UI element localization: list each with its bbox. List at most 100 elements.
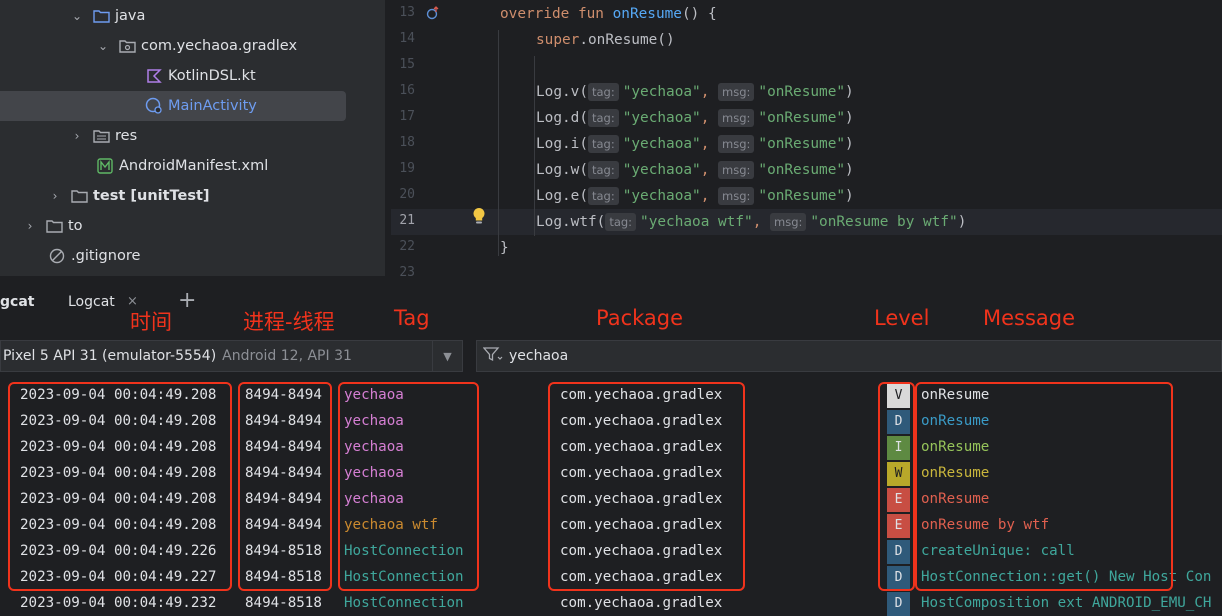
line-number: 17	[399, 109, 415, 124]
code-keyword: override fun	[500, 6, 613, 22]
code-string: "onResume"	[758, 110, 846, 126]
code-line-log-i: Log.i(tag: "yechaoa", msg: "onResume")	[536, 131, 854, 157]
code-line-log-wtf: Log.wtf(tag: "yechaoa wtf", msg: "onResume…	[536, 209, 966, 235]
code-line-log-d: Log.d(tag: "yechaoa", msg: "onResume")	[536, 105, 854, 131]
tree-item-label: to	[68, 218, 83, 234]
param-hint-tag: tag:	[587, 83, 619, 101]
annotation-process-thread: 进程-线程	[243, 310, 335, 334]
code-line: }	[500, 235, 509, 261]
line-number: 14	[399, 31, 415, 46]
annotation-package: Package	[596, 306, 684, 330]
code-text: )	[845, 84, 854, 100]
filter-text: yechaoa	[509, 348, 569, 364]
annotation-box-package	[548, 382, 745, 591]
tree-item-mainactivity[interactable]: MainActivity	[0, 91, 346, 121]
param-hint-tag: tag:	[587, 135, 619, 153]
code-comma: ,	[700, 162, 719, 178]
tree-item-label: res	[115, 128, 138, 144]
code-text: () {	[681, 6, 717, 22]
code-string: "onResume"	[758, 188, 846, 204]
log-message: HostComposition ext ANDROID_EMU_CH	[921, 595, 1212, 611]
tree-item-label: test [unitTest]	[93, 188, 210, 204]
tree-item-label: AndroidManifest.xml	[119, 158, 269, 174]
param-hint-msg: msg:	[718, 109, 755, 127]
chevron-right-icon[interactable]: ›	[70, 129, 84, 143]
tab-logcat[interactable]: Logcat	[68, 294, 115, 310]
code-text: }	[500, 240, 509, 256]
project-tree: ⌄ java ⌄ com.yechaoa.gradlex KotlinDSL.k…	[0, 0, 385, 276]
indent-guide	[534, 56, 535, 236]
tree-item-label: java	[115, 8, 146, 24]
code-text: )	[845, 188, 854, 204]
code-string: "onResume"	[758, 162, 846, 178]
annotation-level: Level	[874, 306, 930, 330]
tree-item-label: .gitignore	[71, 248, 141, 264]
annotation-time: 时间	[130, 310, 172, 334]
log-row[interactable]: 2023-09-04 00:04:49.232 8494-8518 HostConn…	[0, 591, 1222, 616]
log-level-badge: D	[887, 592, 910, 616]
code-function: onResume	[612, 6, 682, 22]
code-string: "yechaoa"	[622, 162, 701, 178]
logcat-output[interactable]: 2023-09-04 00:04:49.208 8494-8494 yechaoa c…	[0, 376, 1222, 616]
editor-gutter: 13 14 15 16 17 18 19 20 21 22 23	[391, 0, 485, 276]
line-number: 20	[399, 187, 415, 202]
line-number: 21	[399, 213, 415, 228]
filter-input[interactable]: yechaoa	[476, 340, 1222, 372]
param-hint-tag: tag:	[587, 109, 619, 127]
line-number: 16	[399, 83, 415, 98]
code-text: )	[845, 162, 854, 178]
code-string: "yechaoa wtf"	[640, 214, 753, 230]
tree-item-label: MainActivity	[168, 98, 257, 114]
folder-icon	[92, 8, 110, 24]
add-tab-icon[interactable]: +	[178, 288, 196, 313]
code-line-log-e: Log.e(tag: "yechaoa", msg: "onResume")	[536, 183, 854, 209]
tab-logcat-tool[interactable]: gcat	[0, 294, 34, 310]
indent-guide	[498, 30, 499, 256]
chevron-right-icon[interactable]: ›	[48, 189, 62, 203]
override-method-icon[interactable]	[426, 5, 440, 24]
tree-item-package[interactable]: ⌄ com.yechaoa.gradlex	[0, 31, 385, 61]
tree-item-label: KotlinDSL.kt	[168, 68, 256, 84]
tree-item-test[interactable]: › test [unitTest]	[0, 181, 385, 211]
log-tag: HostConnection	[344, 595, 464, 611]
tree-item-res[interactable]: › res	[0, 121, 385, 151]
code-call: Log.wtf(	[536, 214, 606, 230]
dropdown-arrow-icon[interactable]: ▼	[432, 341, 462, 371]
tree-item-manifest[interactable]: AndroidManifest.xml	[0, 151, 385, 181]
param-hint-msg: msg:	[718, 161, 755, 179]
param-hint-msg: msg:	[770, 213, 807, 231]
gitignore-icon	[48, 248, 66, 264]
code-comma: ,	[700, 188, 719, 204]
code-line: override fun onResume() {	[500, 1, 717, 27]
device-name: Pixel 5 API 31 (emulator-5554)	[3, 348, 217, 364]
param-hint-tag: tag:	[605, 213, 637, 231]
code-line: super .onResume()	[536, 27, 675, 53]
code-line-log-v: Log.v(tag: "yechaoa", msg: "onResume")	[536, 79, 854, 105]
annotation-box-level	[878, 382, 915, 591]
code-editor[interactable]: 13 14 15 16 17 18 19 20 21 22 23 overrid…	[391, 0, 1222, 276]
line-number: 19	[399, 161, 415, 176]
code-string: "onResume"	[758, 84, 846, 100]
line-number: 15	[399, 57, 415, 72]
res-folder-icon	[92, 128, 110, 144]
code-text: )	[845, 110, 854, 126]
tree-item-gitignore[interactable]: .gitignore	[0, 241, 385, 271]
line-number: 22	[399, 239, 415, 254]
chevron-down-icon[interactable]: ⌄	[96, 39, 110, 53]
chevron-right-icon[interactable]: ›	[23, 219, 37, 233]
tree-item-kotlindsl[interactable]: KotlinDSL.kt	[0, 61, 385, 91]
filter-icon[interactable]	[482, 346, 503, 366]
code-comma: ,	[700, 136, 719, 152]
tree-item-java[interactable]: ⌄ java	[0, 1, 385, 31]
activity-class-icon	[145, 97, 163, 114]
tree-item-to[interactable]: › to	[0, 211, 385, 241]
annotation-message: Message	[983, 306, 1076, 330]
test-folder-icon	[70, 188, 88, 204]
device-version: Android 12, API 31	[222, 348, 352, 364]
lightbulb-icon[interactable]	[472, 207, 486, 229]
chevron-down-icon[interactable]: ⌄	[70, 9, 84, 23]
code-string: "onResume by wtf"	[810, 214, 958, 230]
kotlin-file-icon	[145, 68, 163, 84]
device-selector[interactable]: Pixel 5 API 31 (emulator-5554) Android 1…	[0, 340, 463, 372]
annotation-box-tag	[338, 382, 479, 591]
